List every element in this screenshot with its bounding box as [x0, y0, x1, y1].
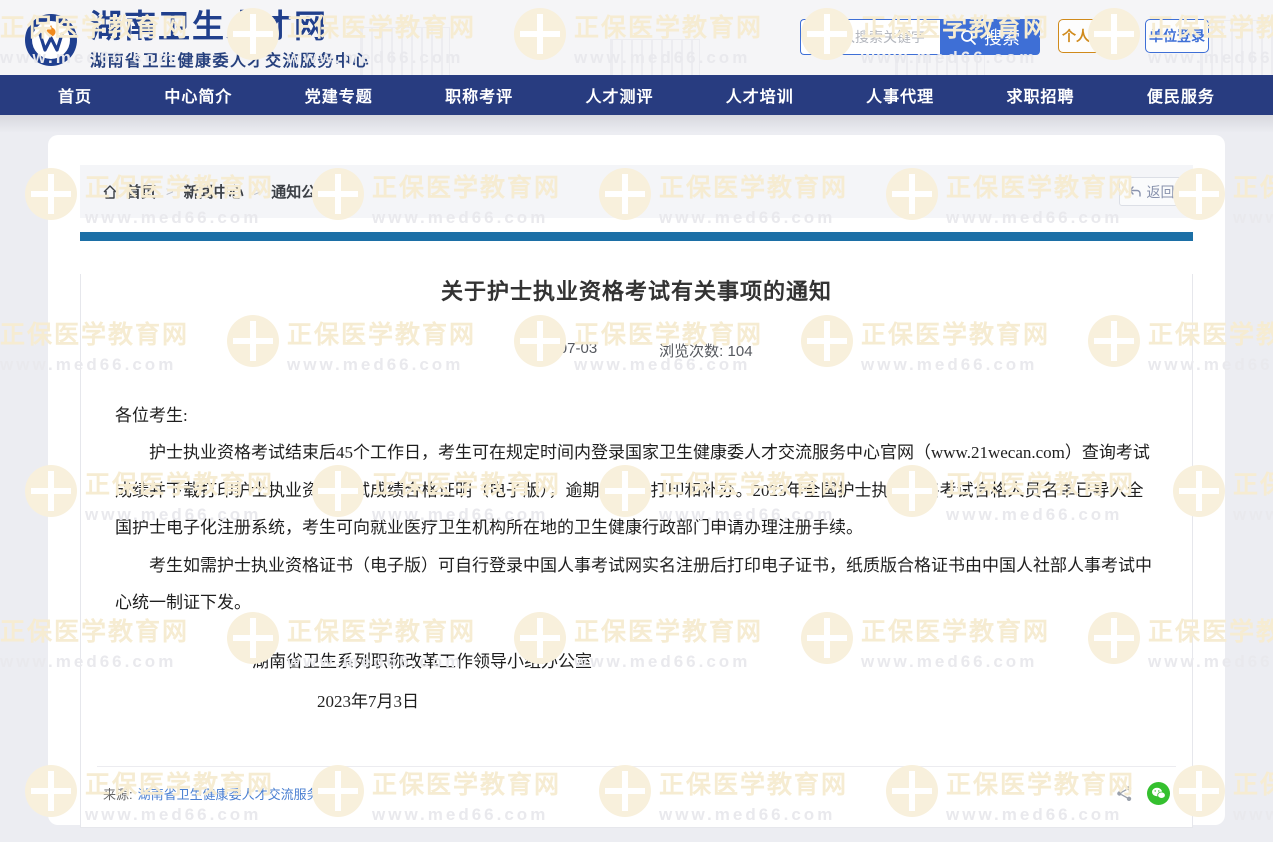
breadcrumb: 首页 > 新闻中心 > 通知公告 返回	[80, 165, 1193, 218]
nav-item-jobs[interactable]: 求职招聘	[1007, 83, 1075, 107]
logo-badge-icon	[24, 13, 78, 67]
watermark-url: www.med66.com	[1233, 805, 1273, 825]
content-panel: 首页 > 新闻中心 > 通知公告 返回 关于护士执业资格考试有关事项的通知 20…	[48, 135, 1225, 825]
building-art	[360, 27, 450, 75]
search-button-label: 搜索	[984, 24, 1020, 50]
site-title: 湖南卫生人才网	[90, 9, 370, 44]
unit-login-button[interactable]: 单位登录	[1145, 19, 1209, 53]
back-button-label: 返回	[1147, 182, 1175, 202]
watermark-brand: 正保医学教育网	[1233, 765, 1273, 801]
nav-shadow	[0, 115, 1273, 133]
share-box	[1116, 782, 1170, 805]
watermark-brand: 正保医学教育网	[1233, 465, 1273, 501]
site-subtitle: 湖南省卫生健康委人才交流服务中心	[90, 47, 370, 71]
breadcrumb-separator: >	[254, 184, 262, 199]
nav-item-talent-assess[interactable]: 人才测评	[585, 83, 653, 107]
search-icon	[960, 29, 977, 46]
source-label: 来源:	[103, 784, 133, 803]
nav-item-center-intro[interactable]: 中心简介	[164, 83, 232, 107]
nav-item-party[interactable]: 党建专题	[305, 83, 373, 107]
site-logo[interactable]: 湖南卫生人才网 湖南省卫生健康委人才交流服务中心	[24, 9, 370, 71]
article-signature: 湖南省卫生系列职称改革工作领导小组办公室	[115, 643, 1158, 680]
nav-item-services[interactable]: 便民服务	[1147, 83, 1215, 107]
article-sign-date: 2023年7月3日	[115, 683, 1158, 720]
article-body: 各位考生: 护士执业资格考试结束后45个工作日，考生可在规定时间内登录国家卫生健…	[115, 397, 1158, 720]
building-art	[610, 39, 700, 75]
personal-login-button[interactable]: 个人登录	[1058, 19, 1122, 53]
article-date: 2023-07-03	[520, 340, 597, 361]
accent-bar	[80, 232, 1193, 241]
source-link[interactable]: 湖南省卫生健康委人才交流服务中心	[138, 784, 346, 803]
article-meta: 2023-07-03 浏览次数: 104	[81, 340, 1192, 361]
search-button[interactable]: 搜索	[940, 19, 1040, 55]
back-button[interactable]: 返回	[1119, 177, 1183, 206]
article-title: 关于护士执业资格考试有关事项的通知	[81, 274, 1192, 306]
back-arrow-icon	[1128, 185, 1142, 198]
breadcrumb-separator: >	[166, 184, 174, 199]
article-salutation: 各位考生:	[115, 397, 1158, 434]
share-icon[interactable]	[1116, 785, 1133, 802]
nav-item-home[interactable]: 首页	[58, 83, 92, 107]
watermark-url: www.med66.com	[1233, 208, 1273, 228]
nav-item-talent-training[interactable]: 人才培训	[726, 83, 794, 107]
home-icon	[102, 184, 118, 200]
nav-item-title-exam[interactable]: 职称考评	[445, 83, 513, 107]
breadcrumb-home[interactable]: 首页	[126, 181, 156, 202]
watermark-url: www.med66.com	[1233, 505, 1273, 525]
article-paragraph: 考生如需护士执业资格证书（电子版）可自行登录中国人事考试网实名注册后打印电子证书…	[115, 547, 1158, 622]
nav-item-hr-agency[interactable]: 人事代理	[866, 83, 934, 107]
search-group: 搜索	[800, 19, 1040, 55]
building-art	[1200, 20, 1273, 75]
article-paragraph: 护士执业资格考试结束后45个工作日，考生可在规定时间内登录国家卫生健康委人才交流…	[115, 434, 1158, 546]
source-row: 来源: 湖南省卫生健康委人才交流服务中心	[97, 766, 1176, 805]
article-card: 关于护士执业资格考试有关事项的通知 2023-07-03 浏览次数: 104 各…	[80, 274, 1193, 828]
watermark-brand: 正保医学教育网	[1233, 168, 1273, 204]
site-header: 湖南卫生人才网 湖南省卫生健康委人才交流服务中心 搜索 个人登录 单位登录	[0, 0, 1273, 75]
wechat-share-icon[interactable]	[1147, 782, 1170, 805]
search-input[interactable]	[800, 19, 940, 55]
main-nav: 首页 中心简介 党建专题 职称考评 人才测评 人才培训 人事代理 求职招聘 便民…	[0, 75, 1273, 115]
breadcrumb-news-center[interactable]: 新闻中心	[184, 181, 244, 202]
article-views: 浏览次数: 104	[659, 340, 752, 361]
breadcrumb-notices[interactable]: 通知公告	[271, 181, 331, 202]
